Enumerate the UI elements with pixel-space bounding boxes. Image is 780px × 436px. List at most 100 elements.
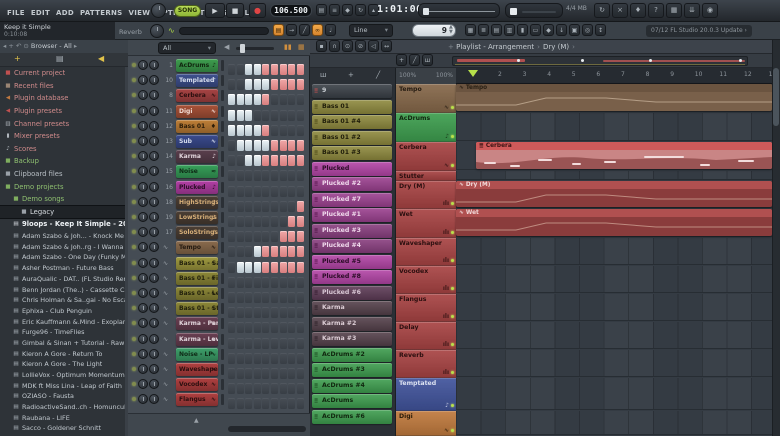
grid-lane-flangus[interactable] — [456, 294, 772, 321]
grid-lane-acdrums[interactable] — [456, 113, 772, 141]
pattern-acdrums-2[interactable]: ≣ AcDrums #2 — [312, 347, 392, 362]
pan-knob[interactable] — [138, 136, 148, 146]
browser-item-adam-szabo-joh-knock-me-out[interactable]: ▤Adam Szabo & Joh... - Knock Me Out — [0, 231, 125, 242]
browser-item-kieron-a-gore-return-to[interactable]: ▤ Kieron A Gore - Return To — [0, 348, 125, 359]
channel-button-bass-01-samp[interactable]: Bass 01 - Samp∿ — [176, 256, 218, 270]
channel-number[interactable]: 14 — [158, 151, 173, 162]
notify-bell-icon[interactable]: ♩ — [325, 24, 336, 36]
mute-led[interactable] — [132, 63, 136, 67]
zoom-tool-icon[interactable]: ⊙ — [342, 40, 353, 52]
pattern-view-icon[interactable]: ш — [320, 68, 326, 83]
mini-preview[interactable] — [221, 303, 224, 315]
track-enable-led[interactable] — [451, 202, 454, 205]
playlist-track-temptated[interactable]: Temptated ♪ — [396, 378, 456, 411]
channel-button-bass-01[interactable]: Bass 01 ♦ — [176, 119, 218, 133]
playlist-track-tempo[interactable]: Tempo ∿ — [396, 84, 456, 113]
step-cell[interactable] — [270, 398, 278, 410]
main-volume-knob[interactable] — [151, 3, 166, 18]
channel-button-sub[interactable]: Sub ∿ — [176, 135, 218, 148]
mute-led[interactable] — [132, 275, 136, 280]
add-icon[interactable]: + — [8, 42, 16, 50]
mute-led[interactable] — [132, 93, 136, 98]
pattern-karma-2[interactable]: ≣ Karma #2 — [312, 316, 392, 331]
browser-item-backup[interactable]: ■ Backup — [0, 155, 125, 168]
mute-led[interactable] — [132, 397, 136, 402]
mute-led[interactable] — [132, 169, 136, 174]
playlist-track-wet[interactable]: Wet ılı — [396, 209, 456, 238]
clip-header[interactable]: ∿ Dry (M) — [456, 181, 772, 189]
stop-button[interactable]: ■ — [226, 3, 244, 18]
help-icon[interactable]: ? — [648, 3, 664, 18]
tap-tempo-icon[interactable]: ↓ — [556, 24, 567, 36]
browser-item-mdk-ft-miss-lina-leap-of-faith[interactable]: ▤ MDK ft Miss Lina - Leap of Faith — [0, 380, 125, 391]
automation-curve-icon[interactable]: ∿ — [158, 288, 173, 299]
hint-knob[interactable] — [150, 24, 164, 38]
snap-selector[interactable]: Line ▾ — [349, 24, 393, 37]
channel-button-solostrings[interactable]: SoloStrings ♪ — [176, 226, 218, 240]
typing-keyboard-icon[interactable]: ▤ — [316, 4, 327, 16]
channel-button-bass-01-level[interactable]: Bass 01 - Level∿ — [176, 287, 218, 300]
browser-item-sacco-goldener-schnitt[interactable]: ▤ Sacco - Goldener Schnitt — [0, 423, 125, 434]
mute-led[interactable] — [132, 139, 136, 143]
pan-knob[interactable] — [138, 105, 148, 116]
pan-knob[interactable] — [138, 166, 148, 177]
menu-edit[interactable]: EDIT — [31, 2, 50, 24]
pattern-bass-01-2[interactable]: ≣ Bass 01 #2 — [312, 130, 392, 145]
track-enable-led[interactable] — [451, 287, 454, 290]
position-handle[interactable] — [423, 8, 429, 15]
step-cell[interactable] — [288, 398, 296, 410]
mute-led[interactable] — [132, 382, 136, 387]
mute-tool-icon[interactable]: ⊘ — [355, 40, 366, 52]
track-enable-led[interactable] — [451, 404, 454, 407]
pattern-plucked-8[interactable]: ≣ Plucked #8 — [312, 270, 392, 284]
channel-button-cerbera[interactable]: Cerbera ∿ — [176, 89, 218, 103]
channel-number[interactable]: 1 — [158, 60, 173, 71]
pan-knob[interactable] — [138, 196, 148, 207]
channel-button-bass-01-filter[interactable]: Bass 01 - Filter∿ — [176, 271, 218, 285]
channel-button-plucked[interactable]: Plucked ♪ — [176, 180, 218, 194]
automation-curve-icon[interactable]: ∿ — [158, 242, 173, 253]
mute-led[interactable] — [132, 306, 136, 311]
channel-number[interactable]: 8 — [158, 90, 173, 101]
pattern-bass-01-4[interactable]: ≣ Bass 01 #4 — [312, 115, 392, 129]
pan-knob[interactable] — [138, 181, 148, 192]
browser-item-kieron-a-gore-the-light[interactable]: ▤ Kieron A Gore - The Light — [0, 359, 125, 370]
automation-curve-icon[interactable]: ∿ — [158, 258, 173, 269]
mini-preview[interactable] — [221, 394, 224, 406]
pattern-acdrums-4[interactable]: ≣ AcDrums #4 — [312, 378, 392, 393]
automation-curve-icon[interactable]: ∿ — [158, 334, 173, 345]
clip-dry-m[interactable]: ∿ Dry (M) — [456, 181, 772, 207]
playlist-track-digi[interactable]: Digi ∿ — [396, 411, 456, 436]
automation-curve-icon[interactable]: ∿ — [158, 379, 173, 390]
menu-view[interactable]: VIEW — [129, 2, 151, 24]
mini-preview[interactable] — [221, 379, 224, 391]
forward-icon[interactable]: ▸ — [74, 42, 77, 50]
timeline-ruler[interactable]: 2345678910111213 — [456, 68, 776, 84]
pan-knob[interactable] — [138, 257, 148, 268]
mixer-icon[interactable]: ▮ — [517, 24, 528, 36]
browser-item-demo-songs[interactable]: ■ Demo songs — [0, 193, 125, 206]
collapse-icon[interactable]: + — [14, 54, 21, 63]
clip-header[interactable]: ∿ Wet — [456, 209, 772, 217]
pattern-acdrums[interactable]: ≣ AcDrums — [312, 394, 392, 408]
pattern-plucked-6[interactable]: ≣ Plucked #6 — [312, 285, 392, 300]
browser-item-radioactivesand-ch-homunculus[interactable]: ▤ RadioactiveSand..ch - Homunculus — [0, 402, 125, 413]
browser-header[interactable]: ◂ + ↶ ⊙ Browser - All ▸ — [0, 40, 128, 53]
update-notice[interactable]: 07/12 FL Studio 20.0.3 Update › — [646, 25, 752, 37]
mini-preview[interactable] — [221, 227, 224, 239]
pan-knob[interactable] — [138, 212, 148, 222]
mini-preview[interactable] — [221, 120, 224, 132]
mute-led[interactable] — [132, 108, 136, 113]
grid-lane-reverb[interactable] — [456, 350, 772, 377]
mute-led[interactable] — [132, 215, 136, 219]
pan-knob[interactable] — [138, 90, 148, 101]
pattern-plucked-5[interactable]: ≣ Plucked #5 — [312, 254, 392, 269]
channel-button-tempo[interactable]: Tempo ∿ — [176, 241, 218, 255]
channel-number[interactable]: 16 — [158, 182, 173, 193]
channel-number[interactable]: 19 — [158, 212, 173, 223]
playlist-track-acdrums[interactable]: AcDrums ♪ — [396, 113, 456, 142]
touch-controller-icon[interactable]: ▣ — [569, 24, 580, 36]
pattern-plucked-4[interactable]: ≣ Plucked #4 — [312, 239, 392, 253]
tempo-display[interactable]: 106.500 — [270, 4, 312, 17]
pan-knob[interactable] — [138, 394, 148, 405]
